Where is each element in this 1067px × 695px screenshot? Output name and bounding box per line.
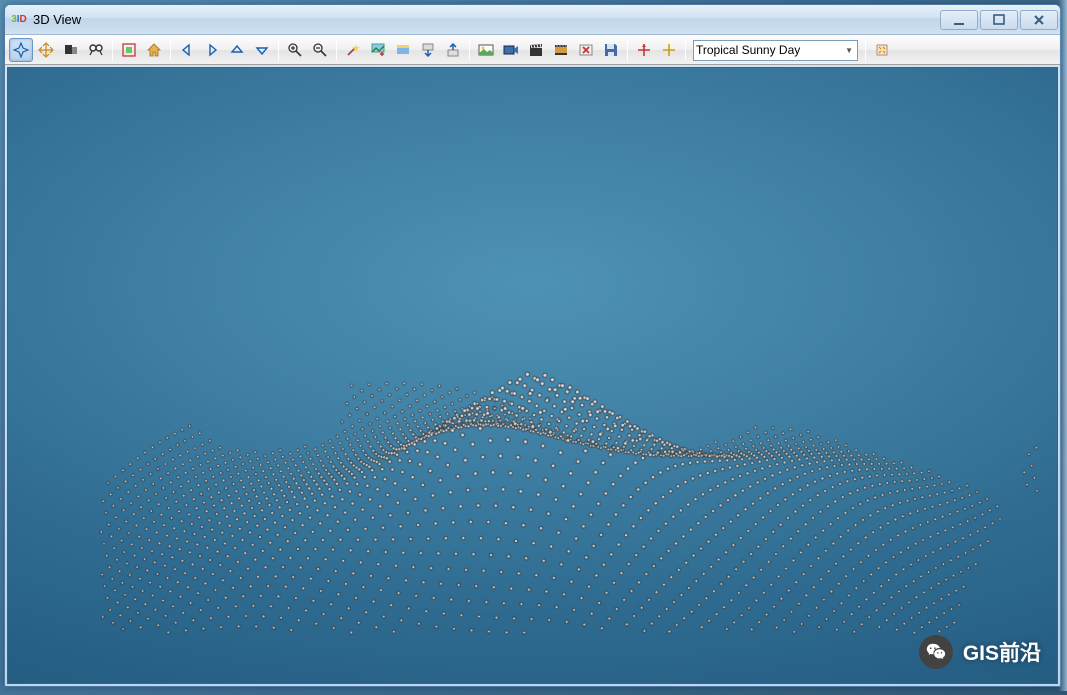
environment-selected-label: Tropical Sunny Day [696,43,800,57]
pin-add-icon[interactable] [657,38,681,62]
clapboard-icon[interactable] [524,38,548,62]
scene-settings-icon[interactable] [870,38,894,62]
move-up-icon[interactable] [441,38,465,62]
navigate-icon[interactable] [9,38,33,62]
home-icon[interactable] [142,38,166,62]
forward-arrow-icon[interactable] [200,38,224,62]
toolbar: Tropical Sunny Day [5,35,1060,65]
terrain-point-cloud [8,68,1057,683]
picture-icon[interactable] [474,38,498,62]
app-icon: 3ID [11,12,27,28]
window-controls [938,10,1058,30]
film-icon[interactable] [549,38,573,62]
watermark: GIS前沿 [919,635,1041,669]
layers-icon[interactable] [391,38,415,62]
back-arrow-icon[interactable] [175,38,199,62]
cancel-icon[interactable] [574,38,598,62]
pin-red-icon[interactable] [632,38,656,62]
edit-surface-icon[interactable] [59,38,83,62]
pan-icon[interactable] [34,38,58,62]
save-disk-icon[interactable] [599,38,623,62]
video-icon[interactable] [499,38,523,62]
window-title: 3D View [33,12,938,27]
close-button[interactable] [1020,10,1058,30]
zoom-out-icon[interactable] [308,38,332,62]
viewport-3d[interactable]: GIS前沿 [7,67,1058,684]
environment-dropdown[interactable]: Tropical Sunny Day [693,40,858,61]
wechat-icon [919,635,953,669]
move-down-icon[interactable] [416,38,440,62]
minimize-button[interactable] [940,10,978,30]
maximize-button[interactable] [980,10,1018,30]
find-icon[interactable] [84,38,108,62]
watermark-label: GIS前沿 [963,637,1041,667]
wand-icon[interactable] [341,38,365,62]
up-arrow-icon[interactable] [225,38,249,62]
titlebar[interactable]: 3ID 3D View [5,5,1060,35]
add-layer-icon[interactable] [366,38,390,62]
zoom-in-icon[interactable] [283,38,307,62]
app-window: 3ID 3D View [4,4,1061,687]
down-arrow-icon[interactable] [250,38,274,62]
full-extent-icon[interactable] [117,38,141,62]
